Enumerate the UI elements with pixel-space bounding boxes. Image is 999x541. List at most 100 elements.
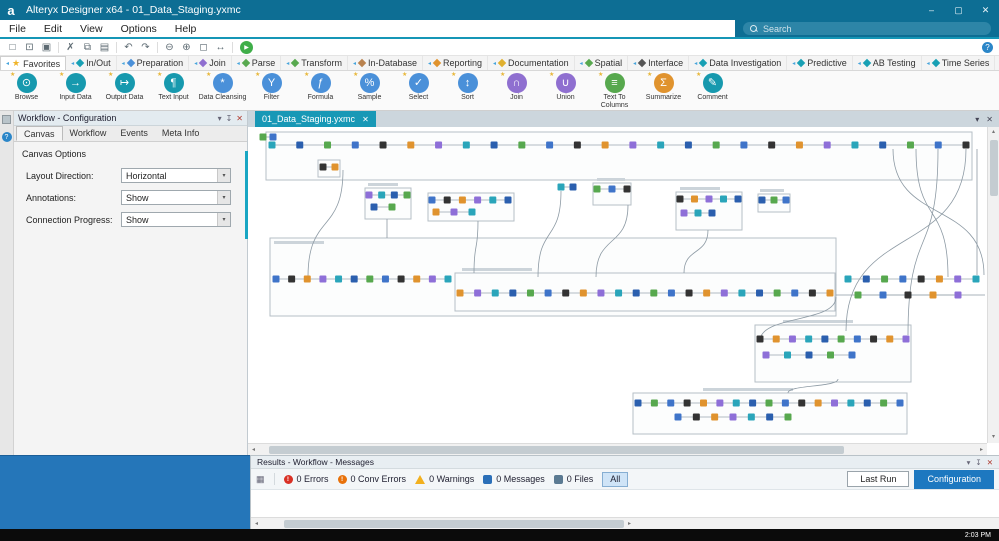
chevron-down-icon[interactable]: ▾ <box>218 114 222 123</box>
workflow-node[interactable] <box>432 208 440 216</box>
chevron-down-icon[interactable]: ▾ <box>217 169 230 182</box>
toolbar-zoom-selection-button[interactable]: ◻ <box>195 40 212 55</box>
workflow-node[interactable] <box>324 141 332 149</box>
workflow-node[interactable] <box>770 196 778 204</box>
workflow-node[interactable] <box>490 141 498 149</box>
workflow-node[interactable] <box>749 399 757 407</box>
workflow-node[interactable] <box>379 141 387 149</box>
0-warnings-filter[interactable]: 0 Warnings <box>415 474 474 484</box>
canvas-vertical-scrollbar[interactable]: ▴ ▾ <box>987 127 999 443</box>
configuration-button[interactable]: Configuration <box>914 469 994 489</box>
palette-tab-data-investigation[interactable]: ◂ Data Investigation <box>689 56 788 70</box>
workflow-node[interactable] <box>390 191 398 199</box>
scroll-up-icon[interactable]: ▴ <box>988 127 999 138</box>
workflow-node[interactable] <box>462 141 470 149</box>
workflow-node[interactable] <box>403 191 411 199</box>
workflow-node[interactable] <box>597 289 605 297</box>
close-button[interactable]: ✕ <box>972 0 999 20</box>
workflow-node[interactable] <box>844 275 852 283</box>
chevron-down-icon[interactable]: ▾ <box>217 213 230 226</box>
menu-edit[interactable]: Edit <box>35 20 71 37</box>
workflow-node[interactable] <box>676 195 684 203</box>
workflow-node[interactable] <box>902 335 910 343</box>
workflow-node[interactable] <box>756 289 764 297</box>
workflow-node[interactable] <box>853 335 861 343</box>
workflow-node[interactable] <box>272 275 280 283</box>
search-input[interactable] <box>763 23 984 34</box>
workflow-node[interactable] <box>781 399 789 407</box>
workflow-node[interactable] <box>847 399 855 407</box>
workflow-node[interactable] <box>756 335 764 343</box>
workflow-node[interactable] <box>758 196 766 204</box>
workflow-node[interactable] <box>734 195 742 203</box>
horizontal-scroll-thumb[interactable] <box>269 445 844 454</box>
workflow-node[interactable] <box>370 203 378 211</box>
pin-icon[interactable]: ↧ <box>975 458 981 467</box>
workflow-node[interactable] <box>335 275 343 283</box>
workflow-node[interactable] <box>703 289 711 297</box>
tool-union[interactable]: ★ ∪ Union <box>541 71 590 110</box>
workflow-node[interactable] <box>935 275 943 283</box>
workflow-node[interactable] <box>573 141 581 149</box>
workflow-node[interactable] <box>579 289 587 297</box>
workflow-node[interactable] <box>886 335 894 343</box>
config-tab-meta-info[interactable]: Meta Info <box>155 126 207 141</box>
workflow-node[interactable] <box>350 275 358 283</box>
workflow-node[interactable] <box>569 183 577 191</box>
workflow-node[interactable] <box>848 351 856 359</box>
workflow-node[interactable] <box>705 195 713 203</box>
workflow-node[interactable] <box>680 209 688 217</box>
workflow-node[interactable] <box>827 351 834 359</box>
workflow-node[interactable] <box>762 351 770 359</box>
results-scroll-thumb[interactable] <box>284 519 624 528</box>
workflow-node[interactable] <box>259 133 267 141</box>
workflow-node[interactable] <box>899 275 907 283</box>
tool-container[interactable] <box>265 131 973 181</box>
workflow-node[interactable] <box>296 141 304 149</box>
workflow-node[interactable] <box>765 399 773 407</box>
vertical-scroll-thumb[interactable] <box>990 140 998 196</box>
workflow-node[interactable] <box>826 289 834 297</box>
workflow-node[interactable] <box>458 196 466 204</box>
tool-input-data[interactable]: ★ → Input Data <box>51 71 100 110</box>
workflow-node[interactable] <box>691 195 698 203</box>
workflow-node[interactable] <box>288 275 296 283</box>
workflow-node[interactable] <box>351 141 359 149</box>
workflow-node[interactable] <box>634 399 642 407</box>
workflow-node[interactable] <box>773 289 781 297</box>
config-tab-canvas[interactable]: Canvas <box>16 126 63 141</box>
workflow-node[interactable] <box>468 208 476 216</box>
workflow-node[interactable] <box>632 289 640 297</box>
workflow-node[interactable] <box>268 141 276 149</box>
palette-tab-parse[interactable]: ◂ Parse <box>232 56 282 70</box>
workflow-node[interactable] <box>879 291 887 299</box>
workflow-node[interactable] <box>854 291 862 299</box>
menu-options[interactable]: Options <box>112 20 166 37</box>
toolbar-undo-button[interactable]: ↶ <box>120 40 137 55</box>
menu-help[interactable]: Help <box>166 20 206 37</box>
workflow-node[interactable] <box>557 183 565 191</box>
chevron-down-icon[interactable]: ▾ <box>967 458 971 467</box>
workflow-node[interactable] <box>562 289 570 297</box>
workflow-node[interactable] <box>489 196 497 204</box>
workflow-node[interactable] <box>407 141 415 149</box>
config-tab-events[interactable]: Events <box>113 126 155 141</box>
workflow-node[interactable] <box>720 289 728 297</box>
toolbar-cut-button[interactable]: ✗ <box>62 40 79 55</box>
maximize-button[interactable]: ▢ <box>945 0 972 20</box>
scroll-right-icon[interactable]: ▸ <box>976 446 987 453</box>
workflow-node[interactable] <box>814 399 822 407</box>
workflow-node[interactable] <box>657 141 665 149</box>
palette-tab-favorites[interactable]: ◂ ★ Favorites <box>0 56 67 70</box>
workflow-node[interactable] <box>593 185 601 193</box>
scroll-right-icon[interactable]: ▸ <box>624 520 635 527</box>
workflow-node[interactable] <box>934 141 942 149</box>
scroll-down-icon[interactable]: ▾ <box>988 432 999 443</box>
workflow-node[interactable] <box>954 275 962 283</box>
workflow-node[interactable] <box>450 208 458 216</box>
workflow-node[interactable] <box>837 335 845 343</box>
chevron-down-icon[interactable]: ▾ <box>217 191 230 204</box>
workflow-node[interactable] <box>667 289 675 297</box>
tool-sample[interactable]: ★% Sample <box>345 71 394 110</box>
toolbar-save-button[interactable]: ▣ <box>38 40 55 55</box>
